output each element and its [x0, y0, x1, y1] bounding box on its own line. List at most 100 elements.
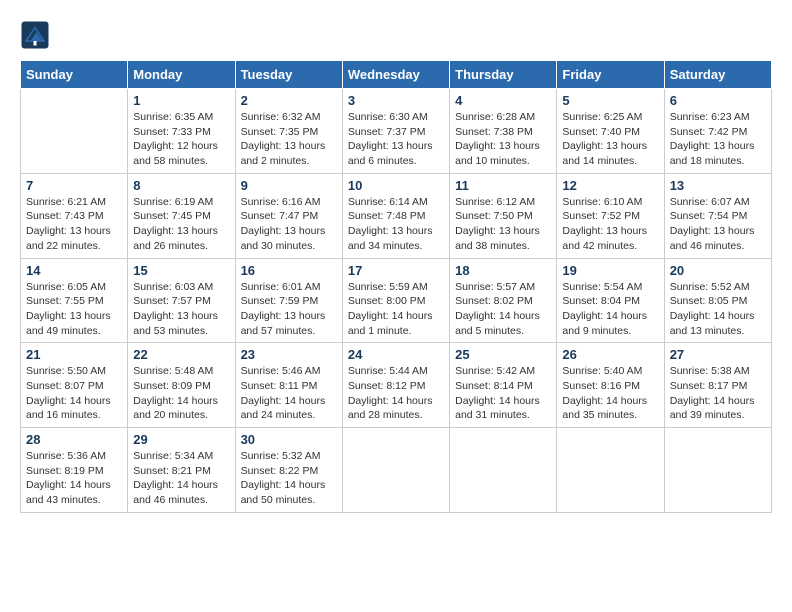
day-number: 10	[348, 178, 444, 193]
day-info: Sunrise: 6:12 AM Sunset: 7:50 PM Dayligh…	[455, 195, 551, 254]
day-number: 26	[562, 347, 658, 362]
day-number: 12	[562, 178, 658, 193]
day-info: Sunrise: 5:34 AM Sunset: 8:21 PM Dayligh…	[133, 449, 229, 508]
calendar-week-row: 7Sunrise: 6:21 AM Sunset: 7:43 PM Daylig…	[21, 173, 772, 258]
day-number: 18	[455, 263, 551, 278]
day-number: 16	[241, 263, 337, 278]
day-info: Sunrise: 6:07 AM Sunset: 7:54 PM Dayligh…	[670, 195, 766, 254]
calendar-cell: 4 Sunrise: 6:28 AM Sunset: 7:38 PM Daylig…	[450, 89, 557, 174]
day-number: 15	[133, 263, 229, 278]
calendar-cell: 7Sunrise: 6:21 AM Sunset: 7:43 PM Daylig…	[21, 173, 128, 258]
calendar-cell	[664, 428, 771, 513]
day-info: Sunrise: 5:54 AM Sunset: 8:04 PM Dayligh…	[562, 280, 658, 339]
day-header-saturday: Saturday	[664, 61, 771, 89]
calendar-cell: 12 Sunrise: 6:10 AM Sunset: 7:52 PM Dayli…	[557, 173, 664, 258]
day-number: 4	[455, 93, 551, 108]
day-info: Sunrise: 6:25 AM Sunset: 7:40 PM Dayligh…	[562, 110, 658, 169]
day-number: 9	[241, 178, 337, 193]
day-info: Sunrise: 5:44 AM Sunset: 8:12 PM Dayligh…	[348, 364, 444, 423]
day-info: Sunrise: 6:23 AM Sunset: 7:42 PM Dayligh…	[670, 110, 766, 169]
day-number: 11	[455, 178, 551, 193]
calendar-cell: 17 Sunrise: 5:59 AM Sunset: 8:00 PM Dayli…	[342, 258, 449, 343]
day-info: Sunrise: 6:28 AM Sunset: 7:38 PM Dayligh…	[455, 110, 551, 169]
day-number: 1	[133, 93, 229, 108]
day-info: Sunrise: 5:59 AM Sunset: 8:00 PM Dayligh…	[348, 280, 444, 339]
calendar-cell: 1 Sunrise: 6:35 AM Sunset: 7:33 PM Daylig…	[128, 89, 235, 174]
calendar-cell: 14 Sunrise: 6:05 AM Sunset: 7:55 PM Dayli…	[21, 258, 128, 343]
day-header-sunday: Sunday	[21, 61, 128, 89]
day-info: Sunrise: 6:14 AM Sunset: 7:48 PM Dayligh…	[348, 195, 444, 254]
day-info: Sunrise: 5:38 AM Sunset: 8:17 PM Dayligh…	[670, 364, 766, 423]
calendar-cell: 26 Sunrise: 5:40 AM Sunset: 8:16 PM Dayli…	[557, 343, 664, 428]
calendar-week-row: 1 Sunrise: 6:35 AM Sunset: 7:33 PM Daylig…	[21, 89, 772, 174]
calendar-cell: 19 Sunrise: 5:54 AM Sunset: 8:04 PM Dayli…	[557, 258, 664, 343]
calendar-cell: 15 Sunrise: 6:03 AM Sunset: 7:57 PM Dayli…	[128, 258, 235, 343]
day-header-thursday: Thursday	[450, 61, 557, 89]
day-info: Sunrise: 5:46 AM Sunset: 8:11 PM Dayligh…	[241, 364, 337, 423]
calendar-cell: 20 Sunrise: 5:52 AM Sunset: 8:05 PM Dayli…	[664, 258, 771, 343]
calendar-cell: 16 Sunrise: 6:01 AM Sunset: 7:59 PM Dayli…	[235, 258, 342, 343]
calendar-cell	[342, 428, 449, 513]
calendar-cell: 13 Sunrise: 6:07 AM Sunset: 7:54 PM Dayli…	[664, 173, 771, 258]
day-info: Sunrise: 6:03 AM Sunset: 7:57 PM Dayligh…	[133, 280, 229, 339]
calendar-cell: 21Sunrise: 5:50 AM Sunset: 8:07 PM Dayli…	[21, 343, 128, 428]
calendar-cell: 9Sunrise: 6:16 AM Sunset: 7:47 PM Daylig…	[235, 173, 342, 258]
page-header	[20, 20, 772, 50]
calendar-header-row: SundayMondayTuesdayWednesdayThursdayFrid…	[21, 61, 772, 89]
day-info: Sunrise: 5:40 AM Sunset: 8:16 PM Dayligh…	[562, 364, 658, 423]
calendar-cell: 22Sunrise: 5:48 AM Sunset: 8:09 PM Dayli…	[128, 343, 235, 428]
day-info: Sunrise: 5:48 AM Sunset: 8:09 PM Dayligh…	[133, 364, 229, 423]
day-info: Sunrise: 6:05 AM Sunset: 7:55 PM Dayligh…	[26, 280, 122, 339]
day-number: 17	[348, 263, 444, 278]
day-number: 7	[26, 178, 122, 193]
day-info: Sunrise: 5:42 AM Sunset: 8:14 PM Dayligh…	[455, 364, 551, 423]
day-info: Sunrise: 5:52 AM Sunset: 8:05 PM Dayligh…	[670, 280, 766, 339]
day-number: 2	[241, 93, 337, 108]
calendar-cell: 10 Sunrise: 6:14 AM Sunset: 7:48 PM Dayli…	[342, 173, 449, 258]
day-header-tuesday: Tuesday	[235, 61, 342, 89]
calendar-cell: 27 Sunrise: 5:38 AM Sunset: 8:17 PM Dayli…	[664, 343, 771, 428]
calendar-week-row: 21Sunrise: 5:50 AM Sunset: 8:07 PM Dayli…	[21, 343, 772, 428]
day-number: 8	[133, 178, 229, 193]
calendar-cell: 5 Sunrise: 6:25 AM Sunset: 7:40 PM Daylig…	[557, 89, 664, 174]
calendar-cell	[450, 428, 557, 513]
day-number: 5	[562, 93, 658, 108]
calendar-cell: 30 Sunrise: 5:32 AM Sunset: 8:22 PM Dayli…	[235, 428, 342, 513]
day-number: 13	[670, 178, 766, 193]
day-number: 24	[348, 347, 444, 362]
calendar-cell: 6 Sunrise: 6:23 AM Sunset: 7:42 PM Daylig…	[664, 89, 771, 174]
day-info: Sunrise: 5:32 AM Sunset: 8:22 PM Dayligh…	[241, 449, 337, 508]
day-number: 6	[670, 93, 766, 108]
calendar-cell: 3Sunrise: 6:30 AM Sunset: 7:37 PM Daylig…	[342, 89, 449, 174]
day-number: 19	[562, 263, 658, 278]
calendar-cell: 29 Sunrise: 5:34 AM Sunset: 8:21 PM Dayli…	[128, 428, 235, 513]
calendar-cell: 23 Sunrise: 5:46 AM Sunset: 8:11 PM Dayli…	[235, 343, 342, 428]
day-number: 3	[348, 93, 444, 108]
day-number: 25	[455, 347, 551, 362]
day-number: 27	[670, 347, 766, 362]
calendar-week-row: 14 Sunrise: 6:05 AM Sunset: 7:55 PM Dayli…	[21, 258, 772, 343]
calendar-cell: 11 Sunrise: 6:12 AM Sunset: 7:50 PM Dayli…	[450, 173, 557, 258]
day-number: 28	[26, 432, 122, 447]
day-info: Sunrise: 6:32 AM Sunset: 7:35 PM Dayligh…	[241, 110, 337, 169]
day-number: 14	[26, 263, 122, 278]
calendar-week-row: 28 Sunrise: 5:36 AM Sunset: 8:19 PM Dayli…	[21, 428, 772, 513]
day-info: Sunrise: 5:36 AM Sunset: 8:19 PM Dayligh…	[26, 449, 122, 508]
calendar-cell	[21, 89, 128, 174]
day-header-wednesday: Wednesday	[342, 61, 449, 89]
day-number: 23	[241, 347, 337, 362]
day-info: Sunrise: 6:10 AM Sunset: 7:52 PM Dayligh…	[562, 195, 658, 254]
day-info: Sunrise: 5:50 AM Sunset: 8:07 PM Dayligh…	[26, 364, 122, 423]
calendar-cell: 24 Sunrise: 5:44 AM Sunset: 8:12 PM Dayli…	[342, 343, 449, 428]
day-number: 30	[241, 432, 337, 447]
calendar-cell	[557, 428, 664, 513]
day-number: 29	[133, 432, 229, 447]
calendar-cell: 18Sunrise: 5:57 AM Sunset: 8:02 PM Dayli…	[450, 258, 557, 343]
day-info: Sunrise: 6:19 AM Sunset: 7:45 PM Dayligh…	[133, 195, 229, 254]
day-header-monday: Monday	[128, 61, 235, 89]
logo-icon	[20, 20, 50, 50]
day-info: Sunrise: 6:01 AM Sunset: 7:59 PM Dayligh…	[241, 280, 337, 339]
day-number: 20	[670, 263, 766, 278]
logo	[20, 20, 54, 50]
day-info: Sunrise: 6:35 AM Sunset: 7:33 PM Dayligh…	[133, 110, 229, 169]
